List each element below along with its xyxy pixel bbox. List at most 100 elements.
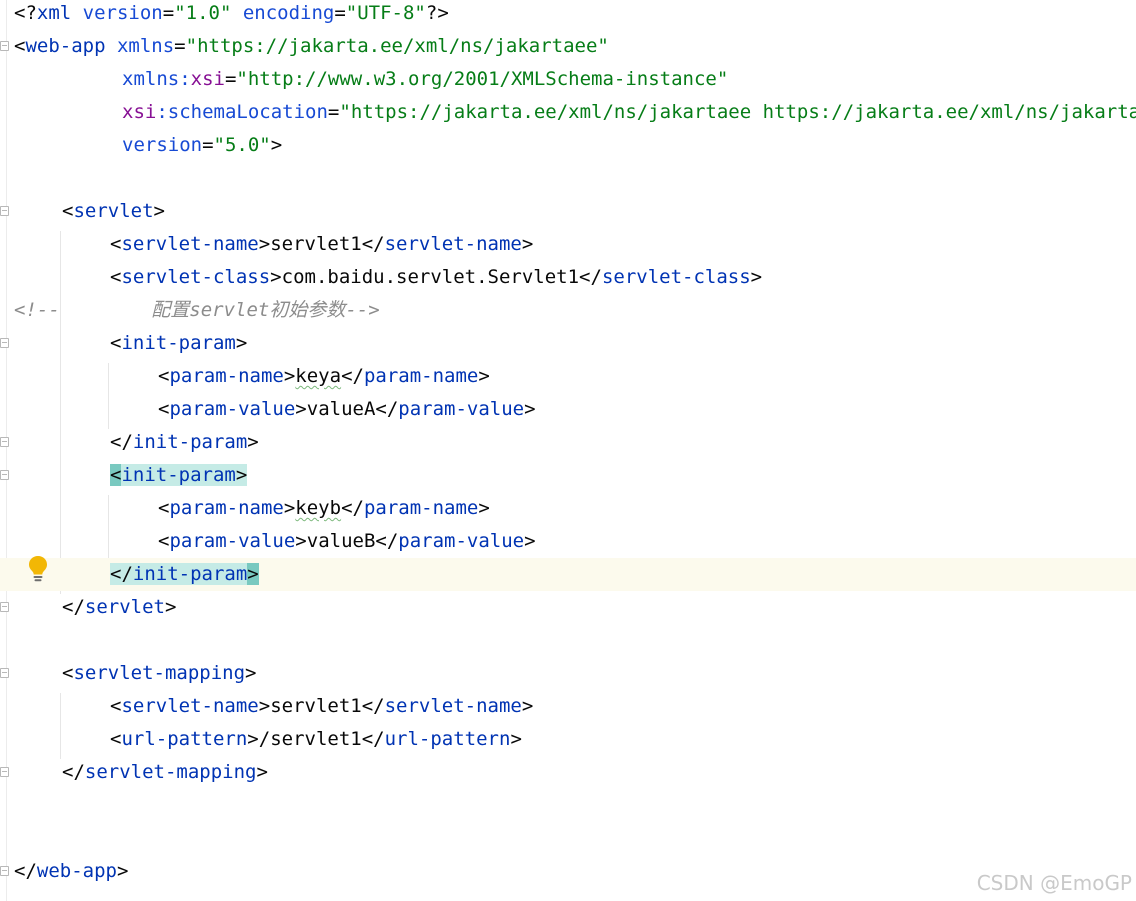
token: > (521, 695, 534, 717)
token: "http://www.w3.org/2001/XMLSchema-instan… (236, 68, 729, 90)
token: > (295, 530, 307, 552)
token: servlet-name (384, 695, 522, 717)
token: > (524, 398, 536, 420)
token: < (110, 233, 122, 255)
code-line-11[interactable]: <init-param> (0, 327, 1136, 360)
token: < (158, 365, 170, 387)
token: :schemaLocation (156, 101, 328, 123)
token: > (258, 233, 271, 255)
token: param-value (398, 398, 525, 420)
token: = (202, 134, 214, 156)
comment-close: --> (345, 299, 380, 321)
token: </ (110, 431, 133, 453)
token: param-name (363, 365, 479, 387)
code-line-8[interactable]: <servlet-name>servlet1</servlet-name> (0, 228, 1136, 261)
token: = (327, 101, 340, 123)
token: web-app (25, 35, 106, 57)
token: < (62, 200, 74, 222)
token: < (110, 464, 122, 486)
token: = (162, 2, 175, 24)
token: > (116, 860, 129, 882)
token: servlet1 (270, 695, 362, 717)
code-line-7[interactable]: <servlet> (0, 195, 1136, 228)
code-line-3[interactable]: xmlns:xsi="http://www.w3.org/2001/XMLSch… (0, 63, 1136, 96)
token: "https://jakarta.ee/xml/ns/jakartaee htt… (339, 101, 1136, 123)
token: url-pattern (121, 728, 248, 750)
lightbulb-icon[interactable] (26, 554, 50, 584)
token: </ (341, 497, 364, 519)
code-line-14[interactable]: </init-param> (0, 426, 1136, 459)
code-line-17[interactable]: <param-value>valueB</param-value> (0, 525, 1136, 558)
token: </ (62, 761, 85, 783)
token: > (247, 431, 259, 453)
token: "5.0" (213, 134, 271, 156)
code-line-9[interactable]: <servlet-class>com.baidu.servlet.Servlet… (0, 261, 1136, 294)
comment-open: <!-- (14, 299, 60, 321)
token: /servlet1 (258, 728, 362, 750)
code-line-24[interactable]: </servlet-mapping> (0, 756, 1136, 789)
token: </ (361, 233, 385, 255)
token: valueB (306, 530, 376, 552)
code-line-18-current[interactable]: </init-param> (0, 558, 1136, 591)
code-line-2[interactable]: <web-app xmlns="https://jakarta.ee/xml/n… (0, 30, 1136, 63)
token: > (270, 134, 283, 156)
code-line-15[interactable]: <init-param> (0, 459, 1136, 492)
code-line-22[interactable]: <servlet-name>servlet1</servlet-name> (0, 690, 1136, 723)
token: servlet-name (384, 233, 522, 255)
token: valueA (306, 398, 376, 420)
token: servlet-class (601, 266, 751, 288)
watermark: CSDN @EmoGP (976, 871, 1132, 895)
token: keya (295, 365, 342, 387)
token: param-value (398, 530, 525, 552)
token: servlet-name (121, 695, 259, 717)
token: </ (14, 860, 37, 882)
token: > (245, 662, 257, 684)
token: < (110, 695, 122, 717)
token: > (283, 497, 296, 519)
token: </ (62, 596, 85, 618)
token: < (62, 662, 74, 684)
token: > (247, 563, 259, 585)
token: < (158, 398, 170, 420)
token: = (174, 35, 186, 57)
token: > (524, 530, 536, 552)
code-line-19[interactable]: </servlet> (0, 591, 1136, 624)
token: < (14, 35, 26, 57)
token: keyb (295, 497, 342, 519)
token: <? (14, 2, 37, 24)
token: servlet1 (270, 233, 362, 255)
token: > (247, 728, 259, 750)
code-line-10[interactable]: <!-- 配置servlet初始参数--> (0, 294, 1136, 327)
token: </ (375, 398, 399, 420)
token: xsi (122, 101, 157, 123)
token: servlet-mapping (73, 662, 246, 684)
code-line-4[interactable]: xsi:schemaLocation="https://jakarta.ee/x… (0, 96, 1136, 129)
code-line-27[interactable]: </web-app> (0, 855, 1136, 888)
token: < (110, 332, 122, 354)
code-line-1[interactable]: <?xml version="1.0" encoding="UTF-8"?> (0, 0, 1136, 30)
token: version (122, 134, 203, 156)
token: > (750, 266, 763, 288)
code-line-21[interactable]: <servlet-mapping> (0, 657, 1136, 690)
code-line-16[interactable]: <param-name>keyb</param-name> (0, 492, 1136, 525)
token: </ (341, 365, 364, 387)
code-line-13[interactable]: <param-value>valueA</param-value> (0, 393, 1136, 426)
code-editor[interactable]: <?xml version="1.0" encoding="UTF-8"?> <… (0, 0, 1136, 901)
token: </ (361, 728, 385, 750)
token: > (510, 728, 522, 750)
code-line-5[interactable]: version="5.0"> (0, 129, 1136, 162)
token: xml (36, 2, 72, 24)
token: param-value (169, 398, 296, 420)
token: servlet-name (121, 233, 259, 255)
token: com.baidu.servlet.Servlet1 (281, 266, 580, 288)
token: > (521, 233, 534, 255)
token: xsi (190, 68, 225, 90)
comment-text: 配置servlet初始参数 (59, 299, 346, 321)
code-line-12[interactable]: <param-name>keya</param-name> (0, 360, 1136, 393)
token: > (270, 266, 282, 288)
token: init-param (132, 563, 248, 585)
token: > (235, 464, 248, 486)
token: param-name (363, 497, 479, 519)
token: "UTF-8" (345, 2, 426, 24)
code-line-23[interactable]: <url-pattern>/servlet1</url-pattern> (0, 723, 1136, 756)
